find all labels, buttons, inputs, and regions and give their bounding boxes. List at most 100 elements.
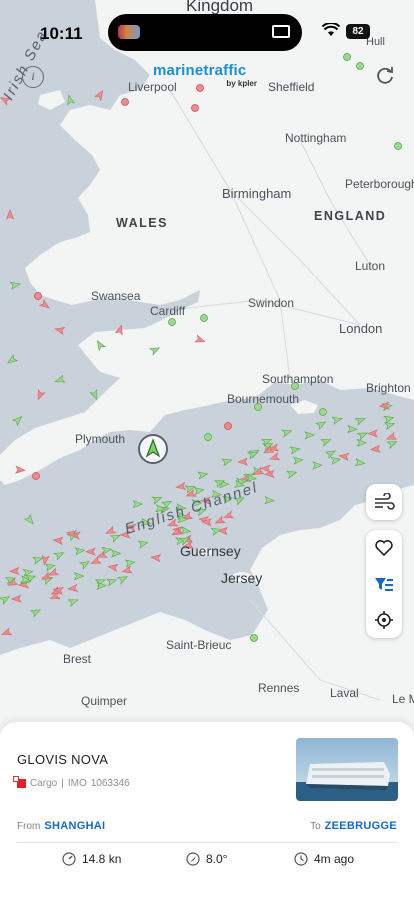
vessel-marker[interactable] [114,324,125,336]
vessel-marker[interactable] [369,444,381,453]
vessel-marker[interactable] [10,594,22,603]
vessel-marker[interactable] [150,554,162,563]
moored-vessel-marker[interactable] [250,634,258,642]
vessel-marker[interactable] [367,429,378,438]
vessel-marker[interactable] [74,547,86,556]
vessel-marker[interactable] [65,94,76,106]
vessel-marker[interactable] [94,339,106,352]
vessel-marker[interactable] [54,374,66,385]
vessel-marker[interactable] [214,515,226,526]
vessel-marker[interactable] [286,469,298,479]
vessel-marker[interactable] [41,554,50,566]
vessel-marker[interactable] [101,546,113,555]
from-port-link[interactable]: SHANGHAI [44,820,105,832]
vessel-markers-layer[interactable] [0,0,414,740]
vessel-marker[interactable] [107,563,119,573]
moored-vessel-marker[interactable] [191,104,199,112]
vessel-marker[interactable] [347,424,358,434]
vessel-marker[interactable] [385,431,398,443]
info-icon[interactable]: i [22,66,44,88]
moored-vessel-marker[interactable] [204,433,212,441]
vessel-marker[interactable] [9,281,21,290]
vessel-marker[interactable] [269,452,281,462]
vessel-marker[interactable] [52,536,64,545]
vessel-marker[interactable] [15,465,26,474]
vessel-marker[interactable] [331,415,343,425]
vessel-marker[interactable] [1,627,13,638]
vessel-marker[interactable] [110,549,122,558]
locate-me-button[interactable] [366,602,402,638]
vessel-marker[interactable] [67,583,79,592]
vessel-marker[interactable] [197,470,209,480]
vessel-marker[interactable] [222,510,235,520]
vessel-marker[interactable] [289,445,301,455]
to-port-link[interactable]: ZEEBRUGGE [325,820,397,832]
vessel-marker[interactable] [354,458,366,467]
moored-vessel-marker[interactable] [356,62,364,70]
vessel-marker[interactable] [106,577,118,587]
moored-vessel-marker[interactable] [394,142,402,150]
vessel-marker[interactable] [356,430,369,441]
vessel-marker[interactable] [132,500,144,509]
vessel-marker[interactable] [292,456,304,465]
vessel-marker[interactable] [320,436,332,447]
vessel-marker[interactable] [6,353,19,366]
favorites-button[interactable] [366,530,402,566]
vessel-marker[interactable] [53,549,65,561]
moored-vessel-marker[interactable] [196,84,204,92]
vessel-marker[interactable] [281,427,293,438]
vessel-marker[interactable] [105,525,117,537]
vessel-marker[interactable] [11,414,24,427]
vessel-marker[interactable] [260,464,271,473]
vessel-marker[interactable] [264,496,275,505]
vessel-marker[interactable] [137,539,149,549]
vessel-marker[interactable] [29,607,42,618]
moored-vessel-marker[interactable] [200,314,208,322]
vessel-marker[interactable] [23,513,36,526]
vessel-marker[interactable] [354,415,366,426]
vessel-marker[interactable] [180,526,192,535]
vessel-marker[interactable] [304,431,315,440]
vessel-marker[interactable] [386,438,398,450]
vessel-marker[interactable] [32,555,44,565]
vessel-marker[interactable] [194,334,206,345]
vessel-marker[interactable] [324,448,337,460]
vessel-marker[interactable] [193,486,205,496]
moored-vessel-marker[interactable] [34,292,42,300]
vessel-marker[interactable] [315,419,327,431]
vessel-marker[interactable] [383,414,395,424]
selected-vessel-marker[interactable] [138,434,168,464]
vessel-marker[interactable] [22,568,34,577]
moored-vessel-marker[interactable] [224,422,232,430]
vessel-marker[interactable] [148,345,161,356]
wind-layer-button[interactable] [366,484,402,520]
vessel-marker[interactable] [221,457,233,467]
vessel-marker[interactable] [38,298,51,311]
vessel-marker[interactable] [8,566,20,576]
vessel-marker[interactable] [85,547,96,556]
moored-vessel-marker[interactable] [121,98,129,106]
vessel-marker[interactable] [94,89,106,102]
vessel-marker[interactable] [89,389,100,401]
vessel-marker[interactable] [356,438,368,447]
vessel-marker[interactable] [54,326,66,335]
vessel-marker[interactable] [109,532,121,543]
moored-vessel-marker[interactable] [343,53,351,61]
vessel-marker[interactable] [5,209,15,220]
vessel-marker[interactable] [330,456,342,465]
vessel-marker[interactable] [116,573,129,585]
refresh-icon[interactable] [374,64,396,86]
vessel-marker[interactable] [90,555,102,567]
vessel-marker[interactable] [175,481,187,491]
vessel-marker[interactable] [121,565,133,575]
vessel-marker[interactable] [0,594,11,605]
moored-vessel-marker[interactable] [32,472,40,480]
vessel-marker[interactable] [67,597,79,608]
vessel-info-sheet[interactable]: GLOVIS NOVA Cargo | IMO 1063346 From SHAN… [0,722,414,900]
map-view[interactable]: Irish Sea English Channel WALES ENGLAND … [0,0,414,740]
vessel-marker[interactable] [35,389,46,401]
filter-button[interactable] [366,566,402,602]
vessel-marker[interactable] [73,572,85,581]
moored-vessel-marker[interactable] [168,318,176,326]
vessel-marker[interactable] [78,558,91,570]
